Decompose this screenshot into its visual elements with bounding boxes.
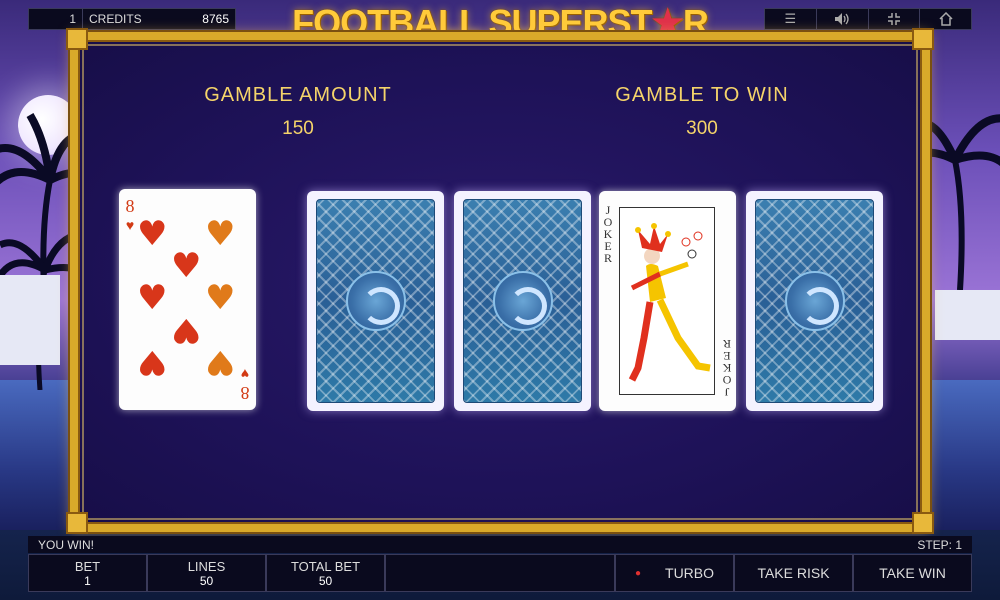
villa-left	[0, 275, 60, 365]
home-icon[interactable]	[920, 9, 971, 29]
joker-frame	[619, 207, 715, 395]
dealer-card: 8 ♥ 8 ♥ ♥ ♥ ♥ ♥ ♥ ♥ ♥ ♥	[119, 189, 256, 410]
card-back-emblem-icon	[492, 271, 553, 331]
card-rank: 8	[125, 196, 135, 216]
frame-corner-tl	[66, 28, 88, 50]
joker-label-bottom: JOKER	[720, 339, 734, 399]
heart-icon: ♥	[137, 214, 168, 254]
system-icon-bar: ☰	[764, 8, 972, 30]
joker-label-top: JOKER	[601, 203, 615, 263]
gamble-to-win-label: GAMBLE TO WIN	[615, 84, 789, 106]
win-message: YOU WIN!	[38, 537, 94, 552]
choice-card-4[interactable]	[746, 191, 883, 411]
total-bet-value: 50	[318, 573, 333, 588]
choice-card-3-joker[interactable]: JOKER JOKER	[599, 191, 736, 411]
heart-icon: ♥	[205, 342, 236, 382]
heart-icon: ♥	[205, 214, 236, 254]
total-bet-display: TOTAL BET 50	[266, 554, 385, 592]
gamble-amount-label: GAMBLE AMOUNT	[204, 84, 392, 106]
take-win-label: TAKE WIN	[879, 565, 946, 581]
heart-icon: ♥	[137, 342, 168, 382]
total-bet-label: TOTAL BET	[290, 558, 361, 574]
villa-right	[935, 290, 1000, 340]
bottom-panel: YOU WIN! STEP: 1 BET 1 LINES 50 TOTAL BE…	[28, 536, 972, 592]
take-risk-button[interactable]: TAKE RISK	[734, 554, 853, 592]
control-bar: BET 1 LINES 50 TOTAL BET 50 ● TURBO TAKE…	[28, 554, 972, 592]
status-bar: YOU WIN! STEP: 1	[28, 536, 972, 553]
lines-label: LINES	[187, 558, 226, 574]
turbo-button[interactable]: ● TURBO	[615, 554, 734, 592]
credits-label: CREDITS	[89, 12, 142, 26]
gamble-amount-value: 150	[282, 118, 314, 139]
bet-label: BET	[74, 558, 101, 574]
credits-value: 8765	[202, 12, 229, 26]
frame-corner-tr	[912, 28, 934, 50]
sound-icon[interactable]	[817, 9, 869, 29]
take-risk-label: TAKE RISK	[757, 565, 830, 581]
turbo-label: TURBO	[665, 565, 715, 581]
step-indicator: STEP: 1	[917, 537, 962, 552]
menu-icon[interactable]: ☰	[765, 9, 817, 29]
heart-icon: ♥	[205, 278, 236, 318]
line-number: 1	[29, 9, 83, 29]
choice-card-1[interactable]	[307, 191, 444, 411]
lines-display: LINES 50	[147, 554, 266, 592]
card-rank-bottom: 8	[240, 383, 250, 403]
bet-display: BET 1	[28, 554, 147, 592]
joker-icon	[628, 223, 711, 382]
card-index-top: 8 ♥	[125, 196, 135, 234]
heart-icon: ♥	[171, 310, 202, 350]
heart-icon: ♥	[171, 246, 202, 286]
heart-icon: ♥	[137, 278, 168, 318]
choice-card-2[interactable]	[454, 191, 591, 411]
frame-corner-br	[912, 512, 934, 534]
credits-display: 1 CREDITS 8765	[28, 8, 236, 30]
turbo-indicator-dot-icon: ●	[634, 567, 642, 579]
card-back-emblem-icon	[784, 271, 845, 331]
bet-value: 1	[84, 573, 91, 588]
card-back-emblem-icon	[345, 271, 406, 331]
fullscreen-exit-icon[interactable]	[869, 9, 921, 29]
lines-value: 50	[199, 573, 214, 588]
control-spacer	[385, 554, 615, 592]
gamble-to-win-value: 300	[686, 118, 718, 139]
frame-corner-bl	[66, 512, 88, 534]
take-win-button[interactable]: TAKE WIN	[853, 554, 972, 592]
card-index-bottom: 8 ♥	[240, 365, 250, 403]
